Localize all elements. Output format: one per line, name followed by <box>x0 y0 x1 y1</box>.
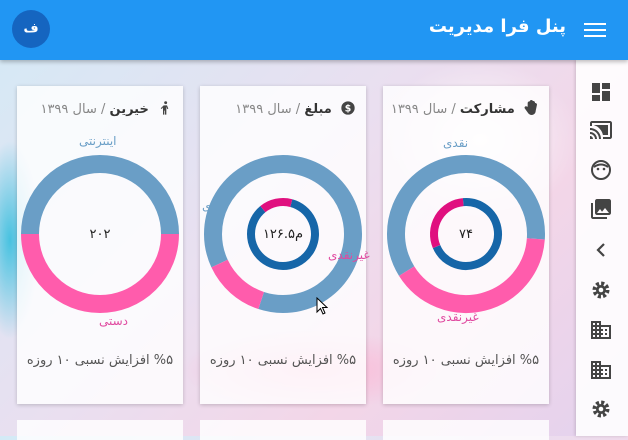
card-footer: %۵ افزایش نسبی ۱۰ روزه <box>209 353 357 368</box>
chart-label-outer-top: اینترنتی <box>79 134 117 148</box>
settings-icon[interactable] <box>589 397 613 421</box>
hand-icon <box>524 100 537 115</box>
card-header: خیرین / سال ۱۳۹۹ <box>25 100 173 117</box>
menu-icon[interactable] <box>584 20 606 38</box>
chart-center-value: ۷۴ <box>459 227 473 242</box>
card-title: مشارکت <box>459 102 515 117</box>
page-title: پنل فرا مدیریت <box>428 16 566 37</box>
donors-card: خیرین / سال ۱۳۹۹ اینترنتی دستی ۲۰۲ %۵ اف… <box>17 86 183 404</box>
donors-donut-chart <box>21 155 179 313</box>
dollar-icon: $ <box>341 101 355 115</box>
outer-slice-اینترنتی[interactable] <box>21 155 179 235</box>
outer-slice-دستی[interactable] <box>21 233 179 313</box>
card-stub <box>200 420 366 440</box>
card-footer: %۵ افزایش نسبی ۱۰ روزه <box>26 353 174 368</box>
outer-slice-غیرنقدی[interactable] <box>211 259 265 310</box>
card-title: خیرین <box>109 102 149 117</box>
face-icon[interactable] <box>589 158 613 182</box>
chart-center-value: ۱۲۶.۵م <box>262 227 304 242</box>
card-header: مشارکت / سال ۱۳۹۹ <box>391 100 539 117</box>
sidebar <box>576 60 628 436</box>
amount-card: $ مبلغ / سال ۱۳۹۹ نقدی غیرنقدی ۱۲۶.۵م %۵… <box>200 86 370 404</box>
app-bar: ف پنل فرا مدیریت <box>0 0 628 60</box>
settings-icon[interactable] <box>589 278 613 302</box>
business-icon[interactable] <box>589 318 613 342</box>
person-icon <box>160 101 169 115</box>
participation-card: مشارکت / سال ۱۳۹۹ نقدی غیرنقدی ۷۴ %۵ افز… <box>383 86 549 404</box>
chart-label-outer-bottom: غیرنقدی <box>437 310 479 324</box>
chevron-left-icon[interactable] <box>589 238 613 262</box>
business-icon[interactable] <box>589 358 613 382</box>
title-separator: / <box>295 102 301 117</box>
user-avatar[interactable]: ف <box>12 10 50 48</box>
chart-label-outer-top: نقدی <box>443 136 469 150</box>
outer-slice-غیرنقدی[interactable] <box>399 237 545 313</box>
chart-label-outer-bottom: دستی <box>99 314 129 328</box>
chart-label-outer-top: نقدی <box>202 199 228 213</box>
title-separator: / <box>451 102 456 117</box>
dashboard-icon[interactable] <box>589 80 613 104</box>
chart-label-outer-bottom: غیرنقدی <box>328 248 370 262</box>
mouse-cursor <box>316 297 328 315</box>
card-header: $ مبلغ / سال ۱۳۹۹ <box>208 100 356 117</box>
card-footer: %۵ افزایش نسبی ۱۰ روزه <box>392 353 540 368</box>
cast-icon[interactable] <box>589 118 613 142</box>
card-stub <box>383 420 549 440</box>
card-year: سال ۱۳۹۹ <box>40 102 97 117</box>
title-separator: / <box>100 102 106 117</box>
outer-slice-نقدی[interactable] <box>387 155 545 276</box>
card-title: مبلغ <box>304 102 332 117</box>
participation-donut-chart <box>387 155 545 313</box>
card-year: سال ۱۳۹۹ <box>390 102 448 117</box>
svg-text:$: $ <box>345 103 352 114</box>
card-stub <box>17 420 183 440</box>
photo-library-icon[interactable] <box>589 197 613 221</box>
card-year: سال ۱۳۹۹ <box>235 102 292 117</box>
amount-donut-chart <box>204 155 362 313</box>
chart-center-value: ۲۰۲ <box>89 227 111 242</box>
inner-slice-غیرنقدی[interactable] <box>260 198 293 213</box>
